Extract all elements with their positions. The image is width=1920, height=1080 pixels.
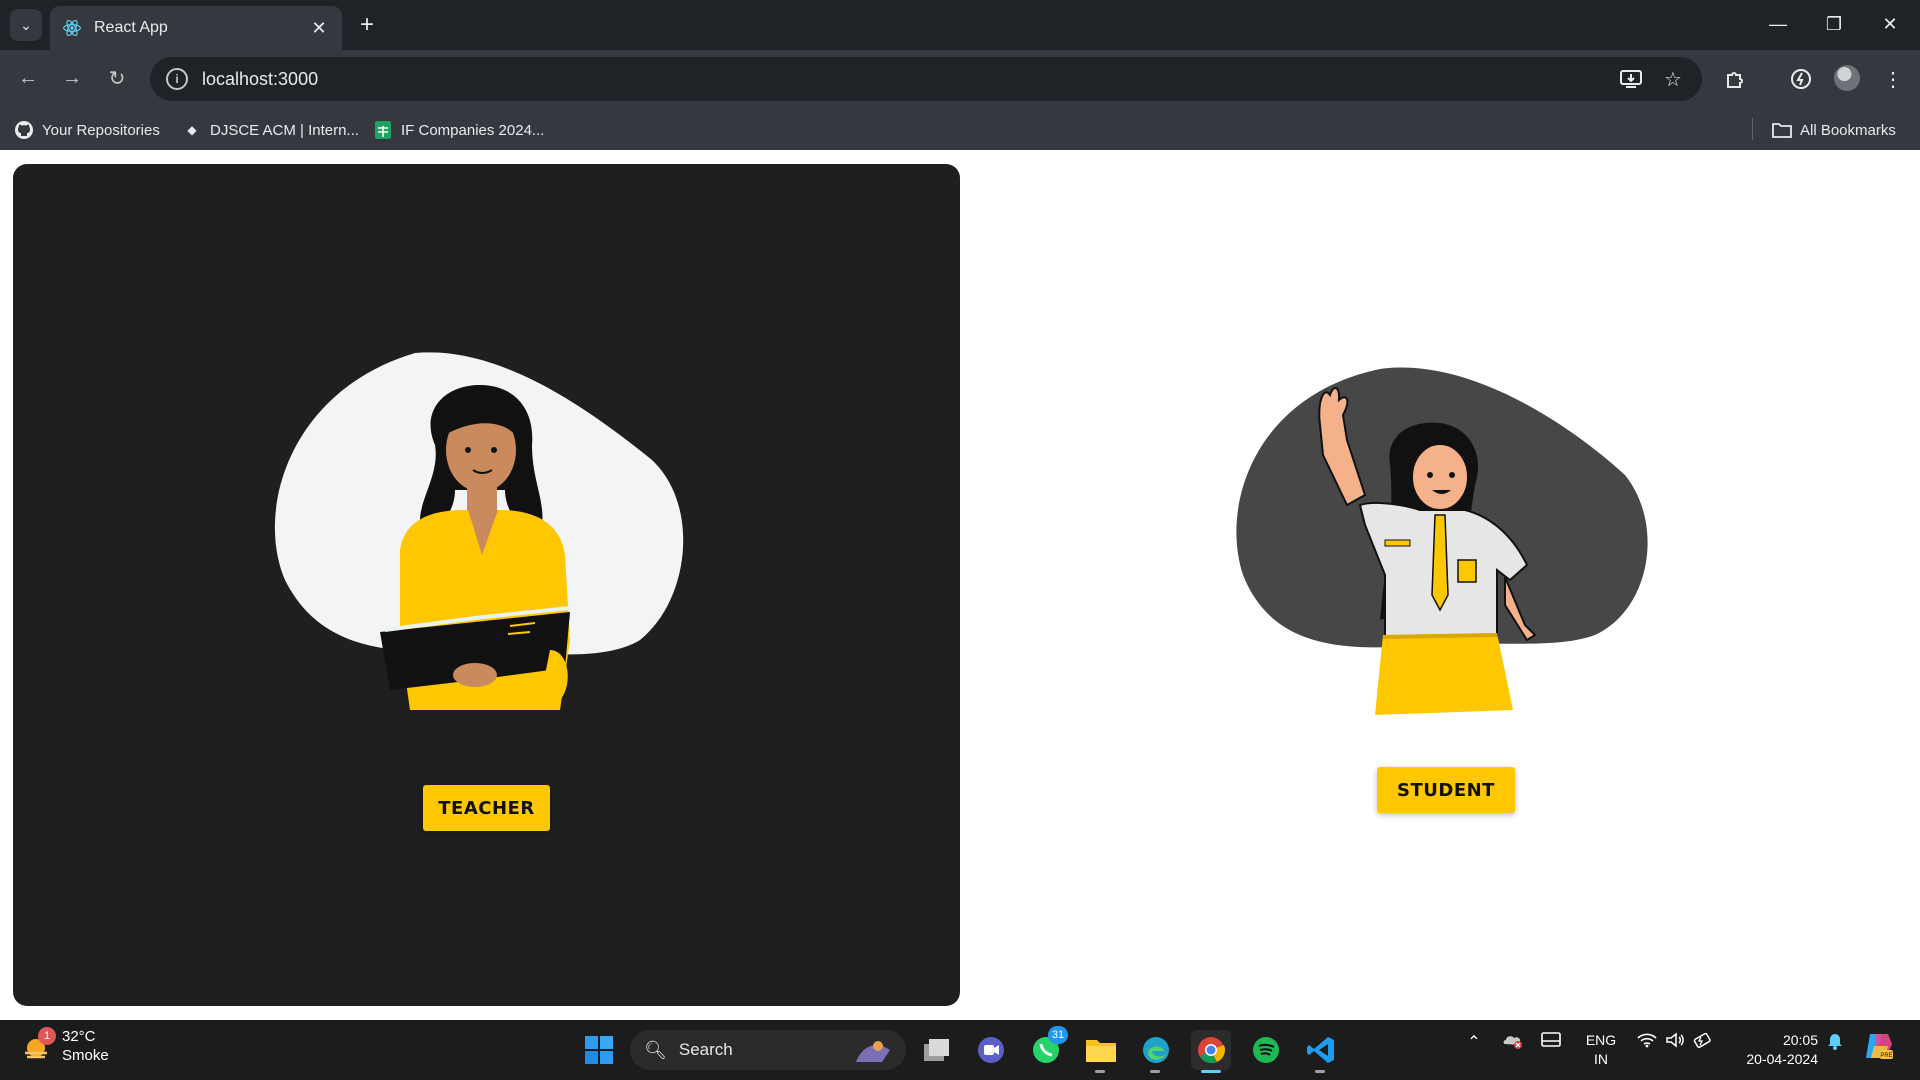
tab-title: React App	[94, 19, 168, 36]
display-icon[interactable]	[1538, 1032, 1564, 1048]
windows-start-icon[interactable]	[579, 1030, 619, 1070]
new-tab-icon[interactable]: +	[352, 10, 382, 40]
search-label: Search	[678, 1040, 733, 1059]
sheets-icon	[373, 120, 393, 140]
weather-temp: 32°C	[62, 1028, 96, 1045]
acm-icon: ◆	[187, 123, 197, 137]
whatsapp-badge: 31	[1048, 1026, 1068, 1044]
teacher-button[interactable]: TEACHER	[423, 785, 550, 831]
volume-icon[interactable]	[1664, 1032, 1686, 1048]
file-explorer-icon[interactable]	[1081, 1030, 1121, 1070]
running-indicator	[1095, 1070, 1105, 1073]
weather-widget[interactable]: 1 32°C Smoke	[22, 1027, 109, 1065]
chrome-icon[interactable]	[1191, 1030, 1231, 1070]
bookmark-if-companies[interactable]: IF Companies 2024...	[373, 116, 544, 144]
address-bar[interactable]: i localhost:3000	[150, 57, 1702, 101]
extensions-icon[interactable]	[1718, 62, 1752, 96]
language-indicator[interactable]: ENG IN	[1584, 1031, 1618, 1069]
bookmark-star-icon[interactable]: ☆	[1658, 64, 1688, 94]
wifi-icon[interactable]	[1636, 1032, 1658, 1048]
profile-avatar[interactable]	[1834, 65, 1860, 91]
teacher-illustration	[274, 352, 684, 710]
show-hidden-icons-chevron-icon[interactable]: ⌃	[1462, 1032, 1486, 1052]
weather-badge: 1	[38, 1027, 56, 1045]
menu-kebab-icon[interactable]: ⋮	[1876, 62, 1910, 96]
task-view-icon[interactable]	[916, 1030, 956, 1070]
search-icon: 🔍︎	[644, 1039, 667, 1060]
bookmarks-divider	[1752, 118, 1753, 140]
running-indicator	[1315, 1070, 1325, 1073]
all-bookmarks-button[interactable]: All Bookmarks	[1772, 116, 1896, 144]
bookmark-djsce-acm[interactable]: ◆ DJSCE ACM | Intern...	[182, 116, 359, 144]
teams-meet-icon[interactable]	[971, 1030, 1011, 1070]
react-icon	[63, 20, 81, 36]
install-app-icon[interactable]	[1616, 64, 1646, 94]
notification-bell-icon[interactable]	[1824, 1032, 1846, 1050]
bookmark-label: DJSCE ACM | Intern...	[210, 121, 359, 139]
clock-date: 20-04-2024	[1746, 1051, 1818, 1067]
performance-icon[interactable]	[1784, 62, 1818, 96]
weather-sun-icon: 1	[22, 1027, 56, 1061]
bookmark-label: IF Companies 2024...	[401, 121, 545, 139]
weather-condition: Smoke	[62, 1047, 109, 1064]
back-icon[interactable]: ←	[12, 62, 44, 94]
github-icon	[14, 120, 34, 140]
folder-icon	[1772, 120, 1792, 140]
svg-text:PRE: PRE	[1880, 1053, 1892, 1059]
active-indicator	[1201, 1070, 1221, 1073]
copilot-icon[interactable]: PRE	[1862, 1032, 1896, 1060]
spotify-icon[interactable]	[1246, 1030, 1286, 1070]
forward-icon[interactable]: →	[56, 62, 88, 94]
clock-time: 20:05	[1782, 1032, 1818, 1048]
language-line2: IN	[1594, 1051, 1608, 1067]
whatsapp-icon[interactable]: 31	[1026, 1026, 1068, 1070]
reload-icon[interactable]: ↻	[101, 62, 133, 94]
bookmark-your-repositories[interactable]: Your Repositories	[14, 116, 160, 144]
student-illustration	[1236, 367, 1648, 715]
search-highlight-icon	[856, 1041, 890, 1062]
bookmark-label: Your Repositories	[42, 121, 160, 139]
system-clock[interactable]: 20:05 20-04-2024	[1734, 1031, 1818, 1069]
vscode-icon[interactable]	[1301, 1030, 1341, 1070]
restore-icon[interactable]: ❐	[1814, 6, 1854, 42]
close-window-icon[interactable]: ✕	[1870, 6, 1910, 42]
site-info-icon[interactable]: i	[166, 68, 188, 90]
student-button[interactable]: STUDENT	[1377, 767, 1515, 813]
battery-charging-icon[interactable]	[1692, 1032, 1714, 1048]
onedrive-error-icon[interactable]	[1500, 1032, 1526, 1050]
close-tab-icon[interactable]: ✕	[308, 17, 330, 39]
tab-search-chevron-icon[interactable]: ⌄	[10, 9, 42, 41]
language-line1: ENG	[1585, 1032, 1617, 1048]
windows-taskbar	[0, 1020, 1920, 1080]
all-bookmarks-label: All Bookmarks	[1800, 121, 1896, 139]
url-text: localhost:3000	[202, 68, 319, 89]
page-content: TEACHER STUDENT	[0, 150, 1920, 1020]
edge-icon[interactable]	[1136, 1030, 1176, 1070]
running-indicator	[1150, 1070, 1160, 1073]
tab-react-app[interactable]: React App ✕	[50, 6, 342, 50]
minimize-icon[interactable]: —	[1758, 6, 1798, 42]
taskbar-search[interactable]: 🔍︎ Search	[630, 1030, 906, 1070]
